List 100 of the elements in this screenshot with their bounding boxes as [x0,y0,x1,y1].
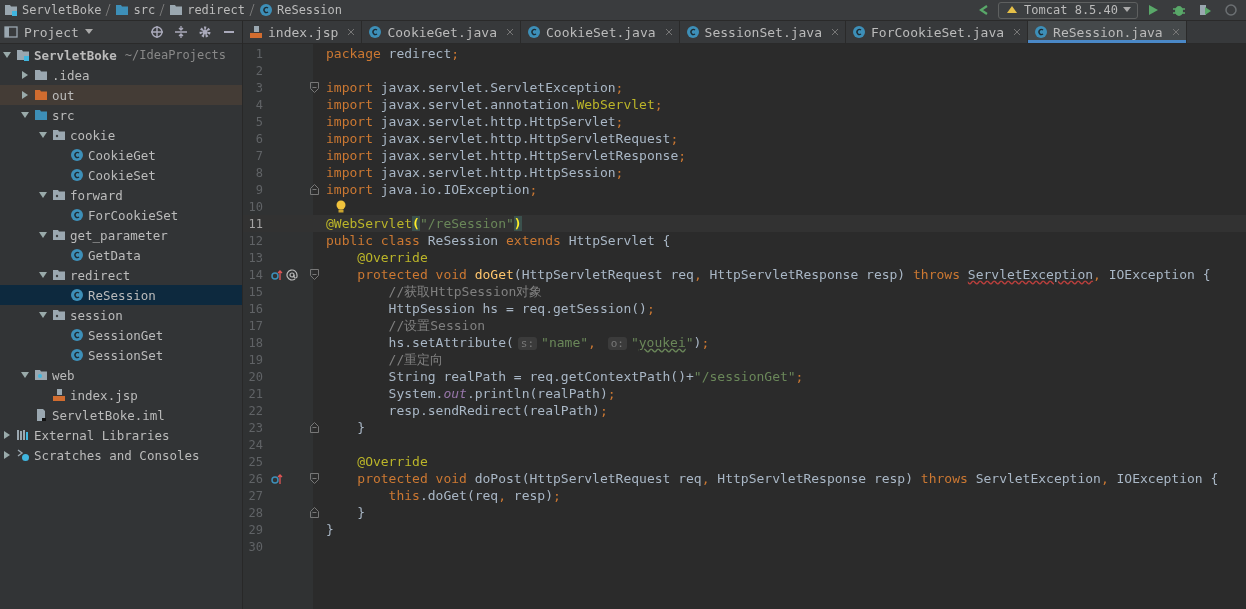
collapsed-arrow-icon[interactable] [2,450,12,460]
fold-marker-icon[interactable] [309,269,319,280]
collapsed-arrow-icon[interactable] [20,70,30,80]
tab-label: ReSession.java [1053,24,1163,40]
overrides-method-icon[interactable] [271,268,283,281]
close-icon[interactable] [347,28,356,36]
code-line: } [356,420,366,435]
tree-item[interactable]: session [0,305,242,325]
fold-marker-icon[interactable] [309,184,319,195]
caret-icon [1123,7,1131,13]
code-line: import java.io.IOException; [326,182,538,197]
class-icon [70,348,84,362]
breadcrumb-separator [105,3,112,17]
collapsed-arrow-icon[interactable] [2,430,12,440]
tree-item[interactable]: ReSession [0,285,242,305]
code-line: //获取HttpSession对象 [387,282,543,301]
code-line: System.out.println(realPath); [387,386,616,401]
tree-item-label: web [52,367,75,383]
folder-icon [115,3,130,17]
tree-item[interactable]: ServletBoke ~/IdeaProjects [0,45,242,65]
expanded-arrow-icon[interactable] [20,110,30,120]
breadcrumb-item[interactable]: ServletBoke [22,3,102,17]
tree-item[interactable]: cookie [0,125,242,145]
expanded-arrow-icon[interactable] [38,230,48,240]
tree-item[interactable]: redirect [0,265,242,285]
tree-item[interactable]: out [0,85,242,105]
web-folder-icon [34,368,48,382]
expanded-arrow-icon[interactable] [38,190,48,200]
expanded-arrow-icon[interactable] [38,310,48,320]
close-icon[interactable] [664,28,673,36]
close-icon[interactable] [1013,28,1022,36]
code-line: String realPath = req.getContextPath()+"/sessionGet"; [387,369,804,384]
tree-item[interactable]: GetData [0,245,242,265]
expanded-arrow-icon[interactable] [20,370,30,380]
fold-marker-icon[interactable] [309,82,319,93]
code-line: this.doGet(req, resp); [387,488,561,503]
fold-marker-icon[interactable] [309,507,319,518]
close-icon[interactable] [506,28,515,36]
module-folder-icon [4,3,18,17]
tree-item[interactable]: External Libraries [0,425,242,445]
tree-item-label: Scratches and Consoles [34,447,200,463]
collapse-all-icon[interactable] [174,25,188,39]
close-icon[interactable] [831,28,839,36]
tree-item[interactable]: SessionGet [0,325,242,345]
package-icon [52,308,66,322]
tree-item[interactable]: Scratches and Consoles [0,445,242,465]
tree-item[interactable]: index.jsp [0,385,242,405]
code-line: @Override [356,250,428,265]
tree-item[interactable]: forward [0,185,242,205]
breadcrumb-item[interactable]: src [133,3,156,17]
tab-label: SessionSet.java [704,24,822,40]
tree-item[interactable]: ForCookieSet [0,205,242,225]
fold-marker-icon[interactable] [309,422,319,433]
expanded-arrow-icon[interactable] [38,270,48,280]
tree-item-label: ServletBoke.iml [52,407,165,423]
package-icon [52,188,66,202]
editor-tab[interactable]: CookieSet.java [521,21,680,43]
expanded-arrow-icon[interactable] [38,130,48,140]
editor-tab[interactable]: CookieGet.java [362,21,522,43]
collapsed-arrow-icon[interactable] [20,90,30,100]
tree-item[interactable]: web [0,365,242,385]
fold-marker-icon[interactable] [309,473,319,484]
package-icon [52,268,66,282]
editor-tab[interactable]: SessionSet.java [679,21,846,43]
at-sign-icon[interactable] [286,268,298,281]
breadcrumb-item[interactable]: redirect [187,3,245,17]
code-line: import javax.servlet.http.HttpServletResponse; [326,148,687,163]
coverage-icon[interactable] [1198,3,1212,17]
tree-item[interactable]: src [0,105,242,125]
tree-item[interactable]: CookieGet [0,145,242,165]
tree-item[interactable]: CookieSet [0,165,242,185]
code-line: @WebServlet("/reSession") [326,216,522,231]
locate-icon[interactable] [150,25,164,39]
run-configuration-dropdown[interactable]: Tomcat 8.5.40 [998,1,1138,19]
lightbulb-icon[interactable] [335,199,347,214]
tree-item-label: session [70,307,123,323]
tree-item[interactable]: ServletBoke.iml [0,405,242,425]
line-number: 11 [247,216,263,231]
package-icon [52,228,66,242]
jsp-file-icon [249,25,263,39]
debug-icon[interactable] [1172,3,1186,17]
breadcrumb-item[interactable]: ReSession [276,3,342,17]
code-line: protected void doGet(HttpServletRequest req, HttpServletResponse resp) throws ServletException, IOException { [356,267,1211,282]
code-line: import javax.servlet.ServletException; [326,80,624,95]
class-icon [527,25,542,39]
settings-icon[interactable] [198,25,212,39]
overrides-method-icon[interactable] [271,472,283,485]
code-line: import javax.servlet.http.HttpServletRequest; [326,131,679,146]
editor-tab[interactable]: index.jsp [243,21,363,43]
code-line: //设置Session [387,316,486,335]
code-line: //重定向 [387,350,444,369]
tree-item[interactable]: SessionSet [0,345,242,365]
run-icon[interactable] [1146,3,1160,17]
tree-item[interactable]: .idea [0,65,242,85]
tree-item-label: External Libraries [34,427,170,443]
class-icon [258,3,273,17]
code-line: import javax.servlet.annotation.WebServlet; [326,97,663,112]
expanded-arrow-icon[interactable] [2,50,12,60]
tree-item[interactable]: get_parameter [0,225,242,245]
editor-tab[interactable]: ReSession.java [1028,21,1187,43]
